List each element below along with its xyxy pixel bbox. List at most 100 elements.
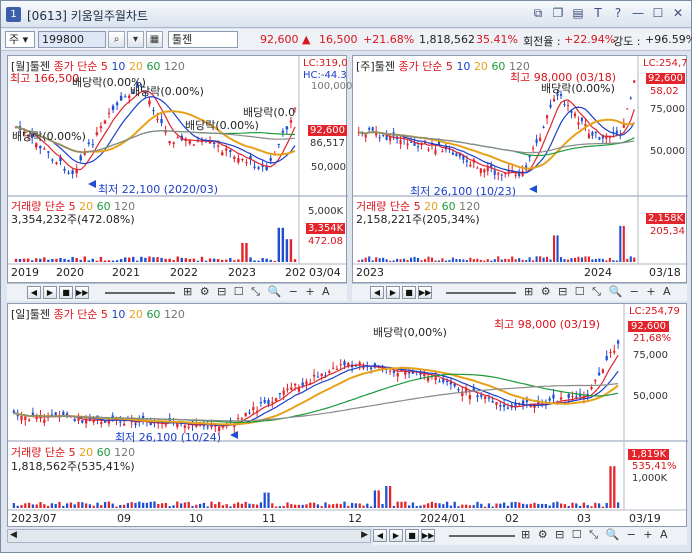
volume-bar: [427, 256, 430, 262]
nav-next-button[interactable]: ▶: [389, 529, 403, 542]
volume-bar: [403, 258, 406, 262]
candle-body: [539, 137, 542, 142]
volume-bar: [331, 504, 335, 508]
close-icon[interactable]: ✕: [671, 6, 685, 21]
nav-stop-button[interactable]: ■: [59, 286, 73, 299]
restore-icon[interactable]: ⧉: [531, 6, 545, 21]
candle-body: [601, 369, 605, 373]
volume-bar: [184, 258, 188, 262]
print-icon[interactable]: ▤: [571, 6, 585, 21]
nav-end-button[interactable]: ▶▶: [418, 286, 432, 299]
weekly-tool-icons[interactable]: ⊞ ⚙ ⊟ ☐ ⤡ 🔍 − + A: [524, 285, 673, 299]
code-input[interactable]: 199800: [38, 31, 106, 48]
candle-body: [152, 110, 155, 112]
zoom-slider[interactable]: [105, 292, 175, 294]
monthly-tool-icons[interactable]: ⊞ ⚙ ⊟ ☐ ⤡ 🔍 − + A: [183, 285, 332, 299]
candle-body: [451, 152, 454, 155]
candle-body: [368, 127, 371, 130]
candle-body: [575, 396, 578, 398]
chevron-down-icon[interactable]: ▾: [127, 31, 144, 48]
minimize-icon[interactable]: —: [631, 6, 645, 21]
nav-stop-button[interactable]: ■: [405, 529, 419, 542]
monthly-nav-bar: ◀ ▶ ■ ▶▶ ⊞ ⚙ ⊟ ☐ ⤡ 🔍 − + A: [7, 283, 347, 301]
candle-body: [594, 379, 597, 382]
nav-end-button[interactable]: ▶▶: [75, 286, 89, 299]
volume-bar: [573, 257, 577, 262]
volume-bar: [594, 502, 597, 508]
stock-icon[interactable]: ▦: [146, 31, 163, 48]
volume-bar: [75, 257, 78, 262]
volume-bar: [629, 256, 632, 262]
zoom-slider[interactable]: [446, 292, 516, 294]
xtick-label: 2024/01: [420, 512, 466, 525]
candle-body: [54, 412, 57, 416]
market-select[interactable]: 주 ▾: [5, 31, 35, 48]
candle-body: [289, 120, 293, 123]
daily-scrollbar[interactable]: ◀ ▶: [7, 529, 371, 543]
volume-bar: [500, 259, 503, 262]
search-icon[interactable]: ⌕: [108, 31, 125, 48]
maximize-icon[interactable]: ☐: [651, 6, 665, 21]
volume-bar: [493, 259, 496, 262]
daily-ytick-1: 21,68%: [633, 333, 672, 344]
candle-body: [206, 426, 209, 428]
volume-bar: [65, 503, 69, 508]
volume-bar: [455, 259, 458, 262]
candle-body: [99, 126, 103, 129]
volume-bar: [290, 504, 293, 508]
nav-prev-button[interactable]: ◀: [27, 286, 41, 299]
candle-body: [427, 149, 430, 151]
daily-chart-panel[interactable]: [일]툴젠 종가 단순 5 10 20 60 120 LC:254,79 최고 …: [7, 303, 688, 527]
volume-bar: [413, 256, 416, 262]
strength-value: +96.59%: [645, 33, 692, 46]
volume-bar: [278, 506, 282, 508]
up-arrow-icon: ▲: [302, 33, 311, 46]
daily-header: [일]툴젠: [11, 308, 50, 321]
nav-next-button[interactable]: ▶: [386, 286, 400, 299]
monthly-chart-panel[interactable]: [월]툴젠 종가 단순 5 10 20 60 120 LC:319,0 HC:-…: [7, 55, 352, 283]
volume-bar: [95, 260, 99, 262]
scroll-left-icon[interactable]: ◀: [10, 530, 17, 540]
copy-icon[interactable]: ❐: [551, 6, 565, 21]
volume-bar: [615, 260, 618, 262]
candle-body: [343, 361, 346, 366]
nav-next-button[interactable]: ▶: [43, 286, 57, 299]
volume-bar: [601, 258, 604, 262]
candle-body: [119, 421, 122, 423]
volume-bar: [43, 257, 46, 262]
candle-body: [100, 421, 103, 424]
nav-prev-button[interactable]: ◀: [370, 286, 384, 299]
help-icon[interactable]: ?: [611, 6, 625, 21]
volume-bar: [577, 256, 580, 262]
nav-end-button[interactable]: ▶▶: [421, 529, 435, 542]
volume-bar: [464, 504, 468, 508]
candle-body: [47, 151, 50, 153]
nav-stop-button[interactable]: ■: [402, 286, 416, 299]
moving-average-line: [13, 354, 619, 427]
volume-bar: [510, 502, 513, 508]
volume-bar: [366, 503, 369, 508]
volume-bar: [584, 256, 587, 262]
volume-bar: [542, 257, 545, 262]
stock-name-field: 툴젠: [168, 31, 238, 48]
moving-average-line: [358, 106, 635, 174]
weekly-chart-panel[interactable]: [주]툴젠 종가 단순 5 10 20 60 120 LC:254,7 최고 9…: [352, 55, 688, 283]
volume-bar: [532, 260, 535, 262]
volume-bar: [504, 258, 507, 262]
volume-bar: [62, 505, 65, 508]
volume-bar: [145, 502, 149, 508]
font-icon[interactable]: T: [591, 6, 605, 21]
volume-bar: [476, 258, 479, 262]
volume-bar: [265, 258, 268, 262]
scroll-right-icon[interactable]: ▶: [361, 530, 368, 540]
volume-bar: [111, 503, 114, 508]
zoom-slider[interactable]: [449, 535, 515, 537]
candle-body: [176, 423, 179, 428]
candle-body: [571, 395, 574, 397]
nav-prev-button[interactable]: ◀: [373, 529, 387, 542]
volume-bar: [619, 225, 622, 262]
daily-tool-icons[interactable]: ⊞ ⚙ ⊟ ☐ ⤡ 🔍 − + A: [521, 528, 670, 542]
volume-bar: [626, 258, 629, 262]
candle-body: [148, 100, 151, 105]
candle-body: [573, 113, 577, 117]
